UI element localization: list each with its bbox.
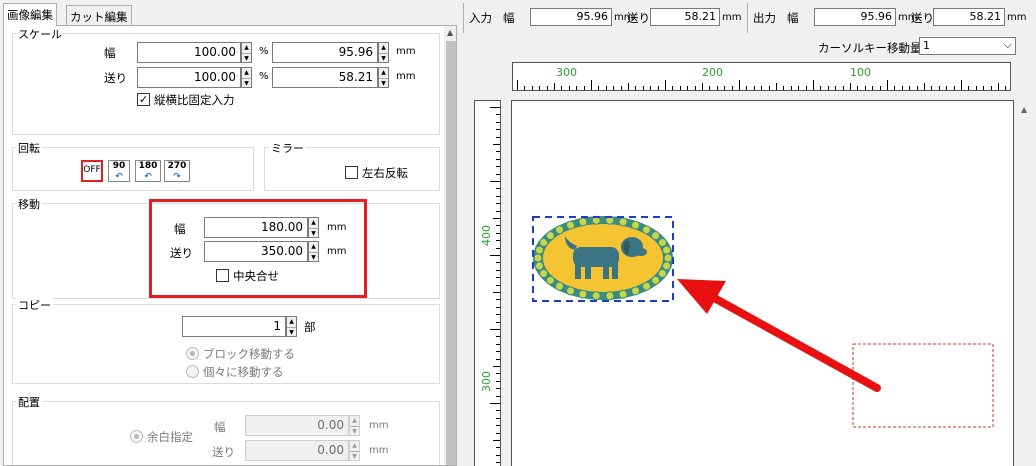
logo-dot — [534, 261, 544, 271]
logo-dot — [566, 286, 575, 296]
logo-dot — [555, 225, 565, 235]
logo-dot — [578, 217, 588, 227]
logo-dot — [545, 231, 555, 241]
logo-dot — [618, 217, 628, 227]
logo-dot — [657, 268, 667, 278]
logo-dot — [539, 268, 549, 278]
logo-dot — [618, 289, 628, 299]
logo-dot — [663, 253, 673, 263]
logo-dot — [539, 238, 549, 248]
logo-dot — [566, 220, 575, 230]
logo-dot — [605, 291, 615, 301]
logo-dot — [662, 261, 672, 271]
logo-dot — [662, 245, 672, 255]
logo-dot — [651, 275, 661, 285]
canvas-drawing — [532, 215, 994, 428]
logo-dot — [631, 220, 640, 230]
logo-dot — [641, 225, 651, 235]
logo-dot — [533, 253, 543, 263]
logo-dot — [591, 291, 601, 301]
logo-dot — [641, 281, 651, 291]
logo-dot — [578, 289, 588, 299]
logo-dot — [534, 245, 544, 255]
red-arrow-icon — [677, 279, 881, 392]
logo-dot — [555, 281, 565, 291]
logo-dot — [631, 286, 640, 296]
logo-dot — [651, 231, 661, 241]
logo-dot — [545, 275, 555, 285]
dog-logo-image[interactable] — [533, 215, 673, 301]
logo-dot — [657, 238, 667, 248]
tab-image-edit[interactable]: 画像編集 — [3, 3, 57, 26]
